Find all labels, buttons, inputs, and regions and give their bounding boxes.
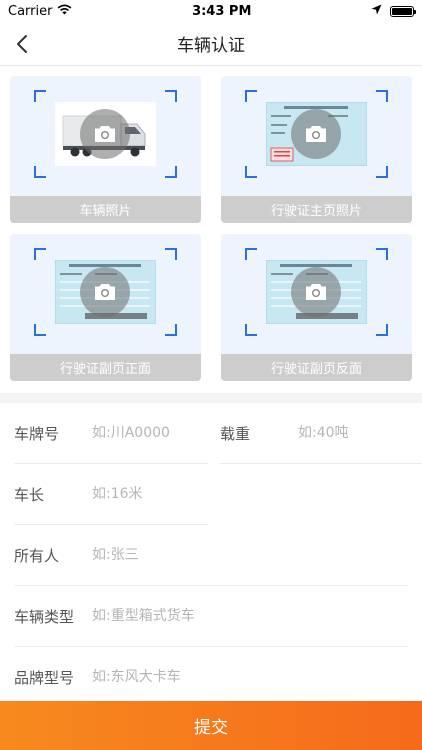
photo-caption: 行驶证副页反面 [221, 354, 412, 381]
load-capacity-row: 载重 [220, 403, 422, 464]
license-main-page-upload[interactable]: 行驶证主页照片 [221, 76, 412, 223]
wifi-icon [57, 4, 72, 19]
photo-upload-grid: 车辆照片 行驶证主页照片 行驶证副页正面 行驶证副页反面 [0, 66, 422, 381]
brand-model-input[interactable] [92, 669, 292, 685]
plate-number-row: 车牌号 [14, 403, 208, 464]
status-right [371, 4, 416, 19]
page-title: 车辆认证 [177, 36, 245, 56]
status-left: Carrier [8, 4, 72, 19]
vehicle-type-label: 车辆类型 [14, 607, 75, 626]
vehicle-length-label: 车长 [14, 485, 45, 504]
load-capacity-label: 载重 [220, 424, 251, 443]
chevron-left-icon [17, 35, 27, 53]
status-time: 3:43 PM [192, 3, 252, 19]
photo-caption: 行驶证主页照片 [221, 196, 412, 223]
plate-number-input[interactable] [92, 425, 202, 441]
carrier-label: Carrier [8, 3, 53, 19]
battery-icon [389, 5, 416, 17]
vehicle-info-form: 车牌号 载重 车长 所有人 车辆类型 品牌型号 [0, 403, 422, 708]
submit-button[interactable]: 提交 [0, 701, 422, 750]
owner-label: 所有人 [14, 546, 60, 565]
license-secondary-front-upload[interactable]: 行驶证副页正面 [10, 234, 201, 381]
status-bar: Carrier 3:43 PM [0, 0, 422, 22]
photo-caption: 行驶证副页正面 [10, 354, 201, 381]
owner-input[interactable] [92, 547, 292, 563]
plate-number-label: 车牌号 [14, 424, 60, 443]
camera-icon [80, 109, 130, 159]
vehicle-type-input[interactable] [92, 608, 292, 624]
brand-model-row: 品牌型号 [14, 647, 408, 708]
brand-model-label: 品牌型号 [14, 668, 75, 687]
load-capacity-input[interactable] [298, 425, 408, 441]
vehicle-length-row: 车长 [14, 464, 208, 525]
license-secondary-back-upload[interactable]: 行驶证副页反面 [221, 234, 412, 381]
owner-row: 所有人 [14, 525, 408, 586]
camera-icon [80, 267, 130, 317]
camera-icon [291, 267, 341, 317]
plate-load-row: 车牌号 载重 [14, 403, 422, 464]
back-button[interactable] [8, 30, 36, 58]
vehicle-photo-upload[interactable]: 车辆照片 [10, 76, 201, 223]
camera-icon [291, 109, 341, 159]
vehicle-type-row: 车辆类型 [14, 586, 408, 647]
photo-caption: 车辆照片 [10, 196, 201, 223]
section-divider [0, 393, 422, 403]
location-arrow-icon [371, 4, 382, 19]
vehicle-length-input[interactable] [92, 486, 202, 502]
navigation-bar: 车辆认证 [0, 22, 422, 66]
